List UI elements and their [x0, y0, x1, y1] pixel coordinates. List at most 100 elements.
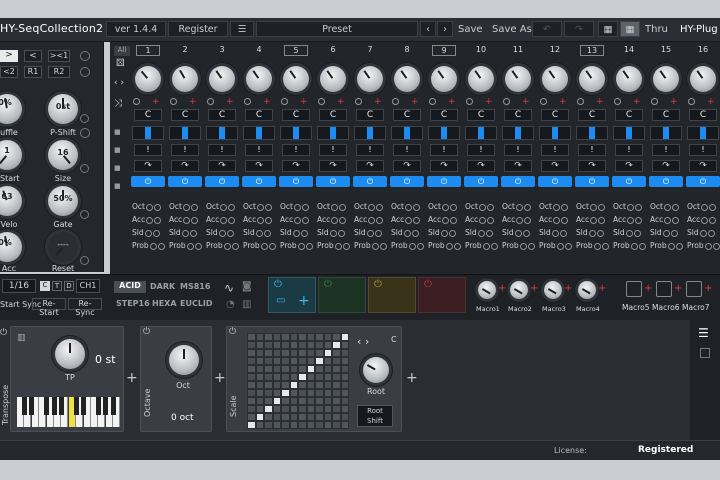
step-power-button[interactable]: ⏻: [279, 176, 313, 187]
macro-slot[interactable]: + Macro1: [476, 279, 506, 315]
scale-cell[interactable]: [255, 349, 264, 357]
mod-dot-b[interactable]: [80, 164, 89, 173]
step-tie[interactable]: !: [134, 144, 162, 156]
step-mod-dot[interactable]: [244, 98, 251, 105]
scale-cell[interactable]: [281, 413, 290, 421]
step-tie[interactable]: !: [393, 144, 421, 156]
step-mod-dot[interactable]: [318, 98, 325, 105]
step-note[interactable]: C: [578, 109, 606, 121]
prev-preset-icon[interactable]: ‹: [420, 21, 436, 37]
scale-cell[interactable]: [298, 357, 307, 365]
scale-cell[interactable]: [272, 397, 281, 405]
scale-cell[interactable]: [255, 341, 264, 349]
step-prob-row[interactable]: Prob: [391, 241, 424, 250]
step-add-icon[interactable]: +: [633, 97, 641, 107]
step-note[interactable]: C: [615, 109, 643, 121]
step-add-icon[interactable]: +: [485, 97, 493, 107]
step-note[interactable]: C: [467, 109, 495, 121]
step-tie[interactable]: !: [208, 144, 236, 156]
back2-button[interactable]: <2: [0, 66, 18, 78]
step-acc-row[interactable]: Acc: [206, 215, 236, 224]
fx-red-power-icon[interactable]: ⏻: [424, 279, 432, 290]
step-tie[interactable]: !: [652, 144, 680, 156]
step-gate-handle[interactable]: [219, 127, 225, 139]
step-acc-row[interactable]: Acc: [317, 215, 347, 224]
step-add-icon[interactable]: +: [263, 97, 271, 107]
step-add-icon[interactable]: +: [226, 97, 234, 107]
step-power-button[interactable]: ⏻: [242, 176, 276, 187]
scale-cell[interactable]: [289, 365, 298, 373]
scale-cell[interactable]: [281, 397, 290, 405]
clock-icon[interactable]: ◔: [226, 299, 235, 310]
step-note[interactable]: C: [541, 109, 569, 121]
scale-cell[interactable]: [281, 365, 290, 373]
step-sld-row[interactable]: Sld: [280, 228, 308, 237]
step-knob[interactable]: [653, 66, 679, 92]
step-ratchet-icon[interactable]: ↷: [356, 160, 384, 172]
scale-cell[interactable]: [247, 405, 256, 413]
step-acc-row[interactable]: Acc: [687, 215, 717, 224]
step-sld-row[interactable]: Sld: [502, 228, 530, 237]
scale-cell[interactable]: [315, 421, 324, 429]
step-mod-dot[interactable]: [355, 98, 362, 105]
piano-black-key[interactable]: [81, 397, 87, 415]
step-number[interactable]: 13: [580, 45, 604, 56]
mode-ms816[interactable]: MS816: [180, 282, 210, 291]
step-oct-row[interactable]: Oct: [502, 202, 531, 211]
step-mod-dot[interactable]: [503, 98, 510, 105]
step-oct-row[interactable]: Oct: [687, 202, 716, 211]
scale-cell[interactable]: [298, 405, 307, 413]
nav-left-button[interactable]: <: [24, 50, 42, 62]
scale-cell[interactable]: [306, 373, 315, 381]
scale-cell[interactable]: [247, 381, 256, 389]
scale-cell[interactable]: [264, 349, 273, 357]
layout-icon-1[interactable]: ▦: [598, 21, 618, 37]
step-add-icon[interactable]: +: [670, 97, 678, 107]
step-acc-row[interactable]: Acc: [465, 215, 495, 224]
step-tie[interactable]: !: [430, 144, 458, 156]
step-acc-row[interactable]: Acc: [650, 215, 680, 224]
step-knob[interactable]: [542, 66, 568, 92]
step-add-icon[interactable]: +: [411, 97, 419, 107]
scale-cell[interactable]: [289, 405, 298, 413]
step-sld-row[interactable]: Sld: [317, 228, 345, 237]
scale-cell[interactable]: [315, 349, 324, 357]
step-sld-row[interactable]: Sld: [391, 228, 419, 237]
step-acc-row[interactable]: Acc: [280, 215, 310, 224]
scale-cell[interactable]: [247, 341, 256, 349]
step-knob[interactable]: [246, 66, 272, 92]
pshift-dot[interactable]: [80, 128, 90, 138]
scale-cell[interactable]: [255, 413, 264, 421]
scale-cell[interactable]: [247, 349, 256, 357]
scale-cell[interactable]: [306, 405, 315, 413]
step-ratchet-icon[interactable]: ↷: [319, 160, 347, 172]
scale-cell[interactable]: [247, 413, 256, 421]
scale-cell[interactable]: [340, 413, 349, 421]
step-gate-handle[interactable]: [404, 127, 410, 139]
step-sld-row[interactable]: Sld: [465, 228, 493, 237]
step-power-button[interactable]: ⏻: [464, 176, 498, 187]
root-knob[interactable]: [363, 357, 389, 383]
random-icon[interactable]: ⤨: [114, 98, 122, 109]
step-tie[interactable]: !: [245, 144, 273, 156]
scale-cell[interactable]: [247, 373, 256, 381]
piano-icon[interactable]: ▥: [242, 299, 251, 310]
step-add-icon[interactable]: +: [522, 97, 530, 107]
macro-knob[interactable]: [544, 281, 562, 299]
module-menu-icon[interactable]: ☰: [698, 326, 709, 340]
step-power-button[interactable]: ⏻: [205, 176, 239, 187]
step-power-button[interactable]: ⏻: [686, 176, 720, 187]
lock-icon-4[interactable]: ■: [114, 182, 121, 190]
all-button[interactable]: All: [114, 46, 130, 56]
step-tie[interactable]: !: [578, 144, 606, 156]
scale-cell[interactable]: [340, 389, 349, 397]
mode-euclid[interactable]: EUCLID: [180, 299, 213, 308]
scale-cell[interactable]: [272, 413, 281, 421]
step-ratchet-icon[interactable]: ↷: [134, 160, 162, 172]
step-gate-handle[interactable]: [700, 127, 706, 139]
step-sld-row[interactable]: Sld: [687, 228, 715, 237]
scale-cell[interactable]: [272, 349, 281, 357]
scale-cell[interactable]: [340, 357, 349, 365]
scale-cell[interactable]: [323, 421, 332, 429]
step-ratchet-icon[interactable]: ↷: [578, 160, 606, 172]
